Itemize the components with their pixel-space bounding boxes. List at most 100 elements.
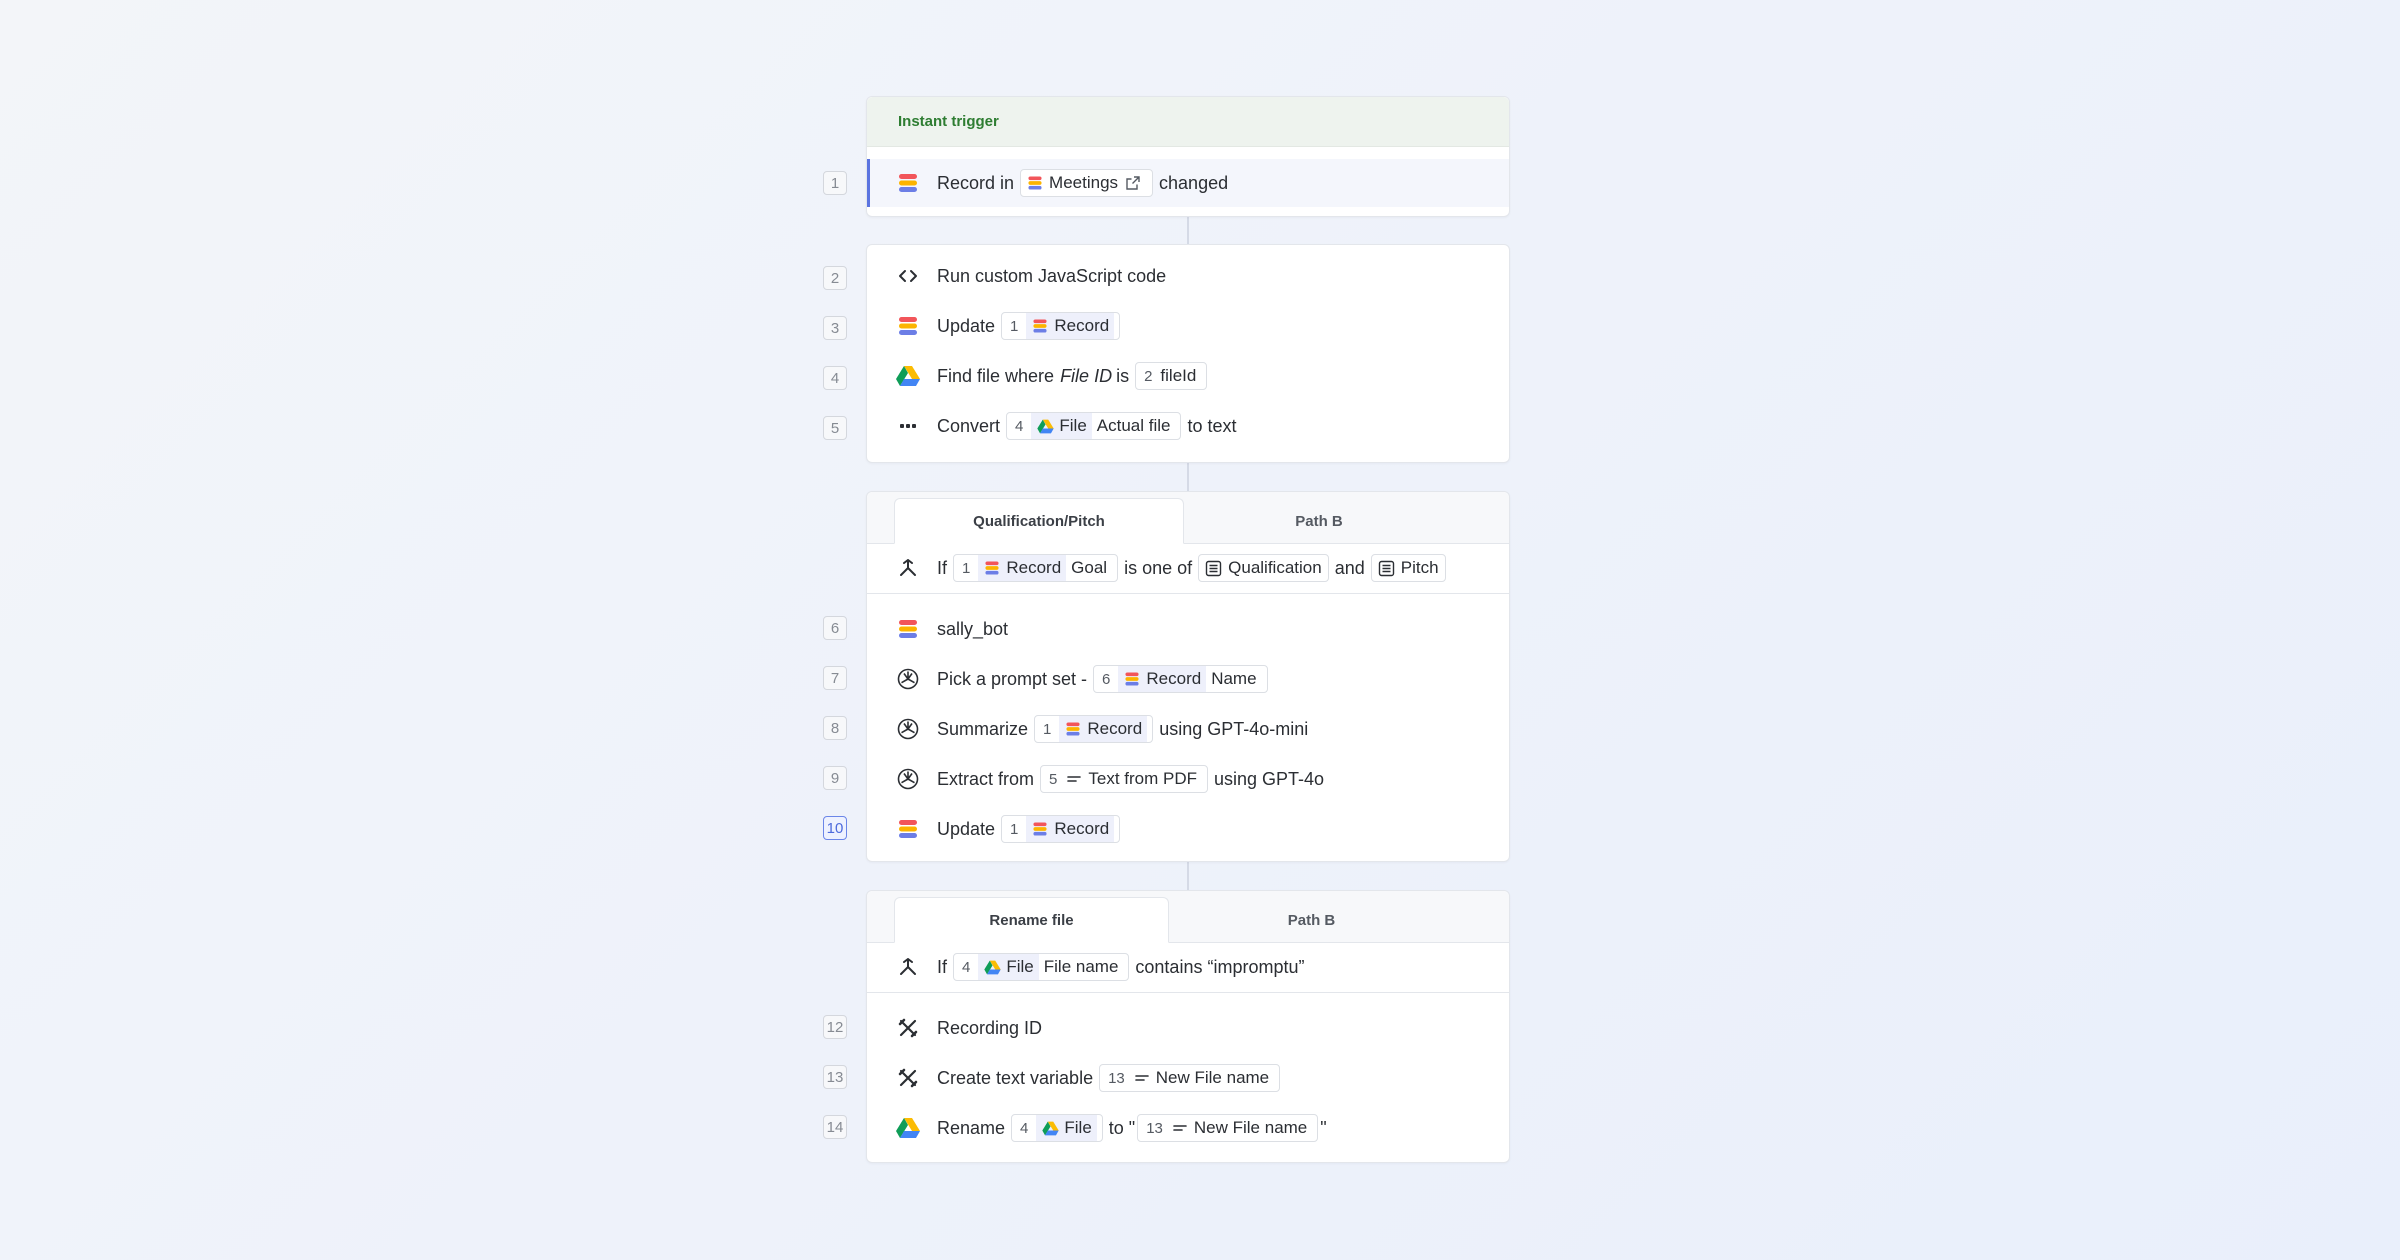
- step-text: If: [937, 956, 948, 977]
- step-row[interactable]: Pick a prompt set - 6 Record Name: [867, 655, 1509, 703]
- step-text: If: [937, 557, 948, 578]
- step-row[interactable]: Create text variable 13 New File name: [867, 1054, 1509, 1102]
- record-reference-pill[interactable]: 1 Record: [1001, 312, 1121, 340]
- list-icon: [1205, 560, 1222, 577]
- step-row[interactable]: sally_bot: [867, 605, 1509, 653]
- reference-label: Record: [1054, 819, 1110, 838]
- reference-step-number: 1: [962, 559, 971, 577]
- variable-reference-pill[interactable]: 13 New File name: [1099, 1064, 1281, 1092]
- reference-step-number: 13: [1108, 1069, 1125, 1087]
- tools-icon: [896, 1016, 920, 1040]
- step-number: 4: [823, 366, 847, 390]
- reference-step-number: 4: [1020, 1119, 1029, 1137]
- step-text: Update: [937, 818, 996, 839]
- tab-qualification-pitch[interactable]: Qualification/Pitch: [894, 498, 1184, 544]
- step-row[interactable]: Find file where File ID is 2 fileId: [867, 352, 1509, 400]
- stack-icon: [1031, 820, 1049, 838]
- table-reference-pill[interactable]: Meetings: [1020, 169, 1154, 197]
- step-text: Update: [937, 315, 996, 336]
- branch-icon: [896, 955, 920, 979]
- condition-row[interactable]: If 4 File File name contains “impromptu”: [867, 943, 1509, 991]
- reference-step-number: 2: [1144, 367, 1153, 385]
- step-row[interactable]: Update 1 Record: [867, 302, 1509, 350]
- reference-field: Actual file: [1096, 416, 1171, 435]
- stack-icon: [1026, 174, 1044, 192]
- step-row[interactable]: Extract from 5 Text from PDF using GPT-4…: [867, 755, 1509, 803]
- step-row[interactable]: Update 1 Record: [867, 805, 1509, 853]
- stack-icon: [896, 817, 920, 841]
- step-text: Record in: [937, 172, 1015, 193]
- file-reference-pill[interactable]: 4 File File name: [953, 953, 1130, 981]
- option-pill[interactable]: Pitch: [1370, 554, 1446, 582]
- step-text: is: [1116, 365, 1130, 386]
- tab-path-b[interactable]: Path B: [1184, 498, 1454, 544]
- step-row[interactable]: Record in Meetings changed: [867, 159, 1509, 207]
- reference-step-number: 4: [962, 958, 971, 976]
- text-lines-icon: [1065, 770, 1083, 788]
- condition-row[interactable]: If 1 Record Goal is one of Qualification…: [867, 544, 1509, 592]
- reference-step-number: 6: [1102, 670, 1111, 688]
- step-number: 13: [823, 1065, 847, 1089]
- external-link-icon[interactable]: [1124, 174, 1142, 192]
- option-pill[interactable]: Qualification: [1198, 554, 1329, 582]
- openai-icon: [896, 667, 920, 691]
- step-row[interactable]: Rename 4 File to " 13 New File name ": [867, 1104, 1509, 1152]
- step-number: 7: [823, 666, 847, 690]
- step-text: changed: [1159, 172, 1229, 193]
- connector-line: [1187, 217, 1189, 244]
- step-row[interactable]: Recording ID: [867, 1004, 1509, 1052]
- step-text: using GPT-4o-mini: [1159, 718, 1309, 739]
- step-text: to ": [1108, 1117, 1136, 1138]
- google-drive-icon: [1041, 1119, 1059, 1137]
- reference-label: Record: [1006, 558, 1062, 577]
- text-lines-icon: [1171, 1119, 1189, 1137]
- text-lines-icon: [1133, 1069, 1151, 1087]
- variable-reference-pill[interactable]: 2 fileId: [1135, 362, 1208, 390]
- google-drive-icon: [896, 1116, 920, 1140]
- stack-icon: [1064, 720, 1082, 738]
- step-text: contains “impromptu”: [1135, 956, 1305, 977]
- trigger-card[interactable]: Instant trigger Record in Meetings chang…: [866, 96, 1510, 217]
- stack-icon: [983, 559, 1001, 577]
- stack-icon: [1123, 670, 1141, 688]
- reference-label: File: [1064, 1118, 1092, 1137]
- step-text: Summarize: [937, 718, 1029, 739]
- record-reference-pill[interactable]: 1 Record: [1001, 815, 1121, 843]
- step-row[interactable]: Convert 4 File Actual file to text: [867, 402, 1509, 450]
- option-label: Qualification: [1228, 558, 1322, 577]
- step-text: ": [1320, 1117, 1327, 1138]
- stack-icon: [896, 314, 920, 338]
- record-reference-pill[interactable]: 1 Record Goal: [953, 554, 1119, 582]
- step-row[interactable]: Summarize 1 Record using GPT-4o-mini: [867, 705, 1509, 753]
- reference-field: Name: [1211, 669, 1257, 688]
- reference-step-number: 5: [1049, 770, 1058, 788]
- step-text: using GPT-4o: [1213, 768, 1325, 789]
- variable-reference-pill[interactable]: 5 Text from PDF: [1040, 765, 1208, 793]
- variable-reference-pill[interactable]: 13 New File name: [1137, 1114, 1319, 1142]
- step-row[interactable]: Run custom JavaScript code: [867, 252, 1509, 300]
- record-reference-pill[interactable]: 1 Record: [1034, 715, 1154, 743]
- step-number: 5: [823, 416, 847, 440]
- reference-step-number: 4: [1015, 417, 1024, 435]
- option-label: Pitch: [1400, 558, 1439, 577]
- step-number: 6: [823, 616, 847, 640]
- file-reference-pill[interactable]: 4 File: [1011, 1114, 1103, 1142]
- reference-label: New File name: [1155, 1068, 1270, 1087]
- stack-icon: [896, 171, 920, 195]
- record-reference-pill[interactable]: 6 Record Name: [1093, 665, 1268, 693]
- reference-field: File name: [1043, 957, 1119, 976]
- step-number: 8: [823, 716, 847, 740]
- reference-step-number: 1: [1010, 820, 1019, 838]
- branch-tabs: Qualification/Pitch Path B: [867, 492, 1509, 544]
- step-number: 12: [823, 1015, 847, 1039]
- tab-path-b[interactable]: Path B: [1169, 897, 1454, 943]
- step-text: Create text variable: [937, 1067, 1094, 1088]
- step-number: 1: [823, 171, 847, 195]
- stack-icon: [1031, 317, 1049, 335]
- reference-field: Goal: [1071, 558, 1108, 577]
- list-icon: [1378, 560, 1395, 577]
- step-number: 2: [823, 266, 847, 290]
- file-reference-pill[interactable]: 4 File Actual file: [1006, 412, 1182, 440]
- google-drive-icon: [1036, 417, 1054, 435]
- tab-rename-file[interactable]: Rename file: [894, 897, 1169, 943]
